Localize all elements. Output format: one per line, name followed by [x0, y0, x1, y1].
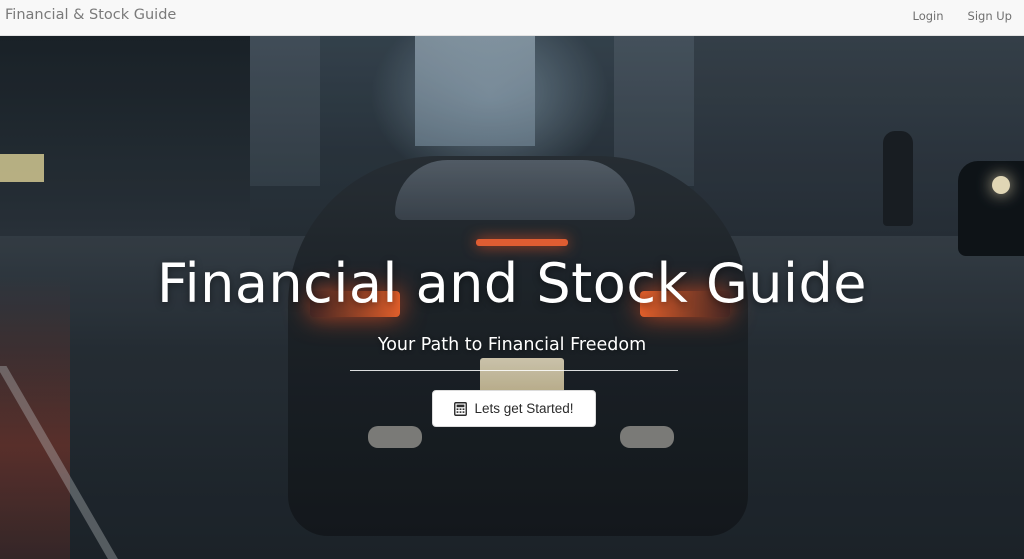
sign-up-link[interactable]: Sign Up	[968, 9, 1012, 23]
hero-title: Financial and Stock Guide	[156, 252, 868, 315]
get-started-label: Lets get Started!	[474, 401, 574, 416]
nav-links: Login Sign Up	[913, 9, 1013, 23]
get-started-button[interactable]: Lets get Started!	[432, 390, 596, 427]
hero-section: Financial and Stock Guide Your Path to F…	[0, 36, 1024, 559]
brand-link[interactable]: Financial & Stock Guide	[5, 7, 176, 23]
calculator-icon	[454, 401, 468, 416]
navbar: Financial & Stock Guide Login Sign Up	[0, 0, 1024, 36]
hero-divider	[350, 370, 678, 371]
hero-subtitle: Your Path to Financial Freedom	[377, 335, 647, 355]
login-link[interactable]: Login	[913, 9, 944, 23]
